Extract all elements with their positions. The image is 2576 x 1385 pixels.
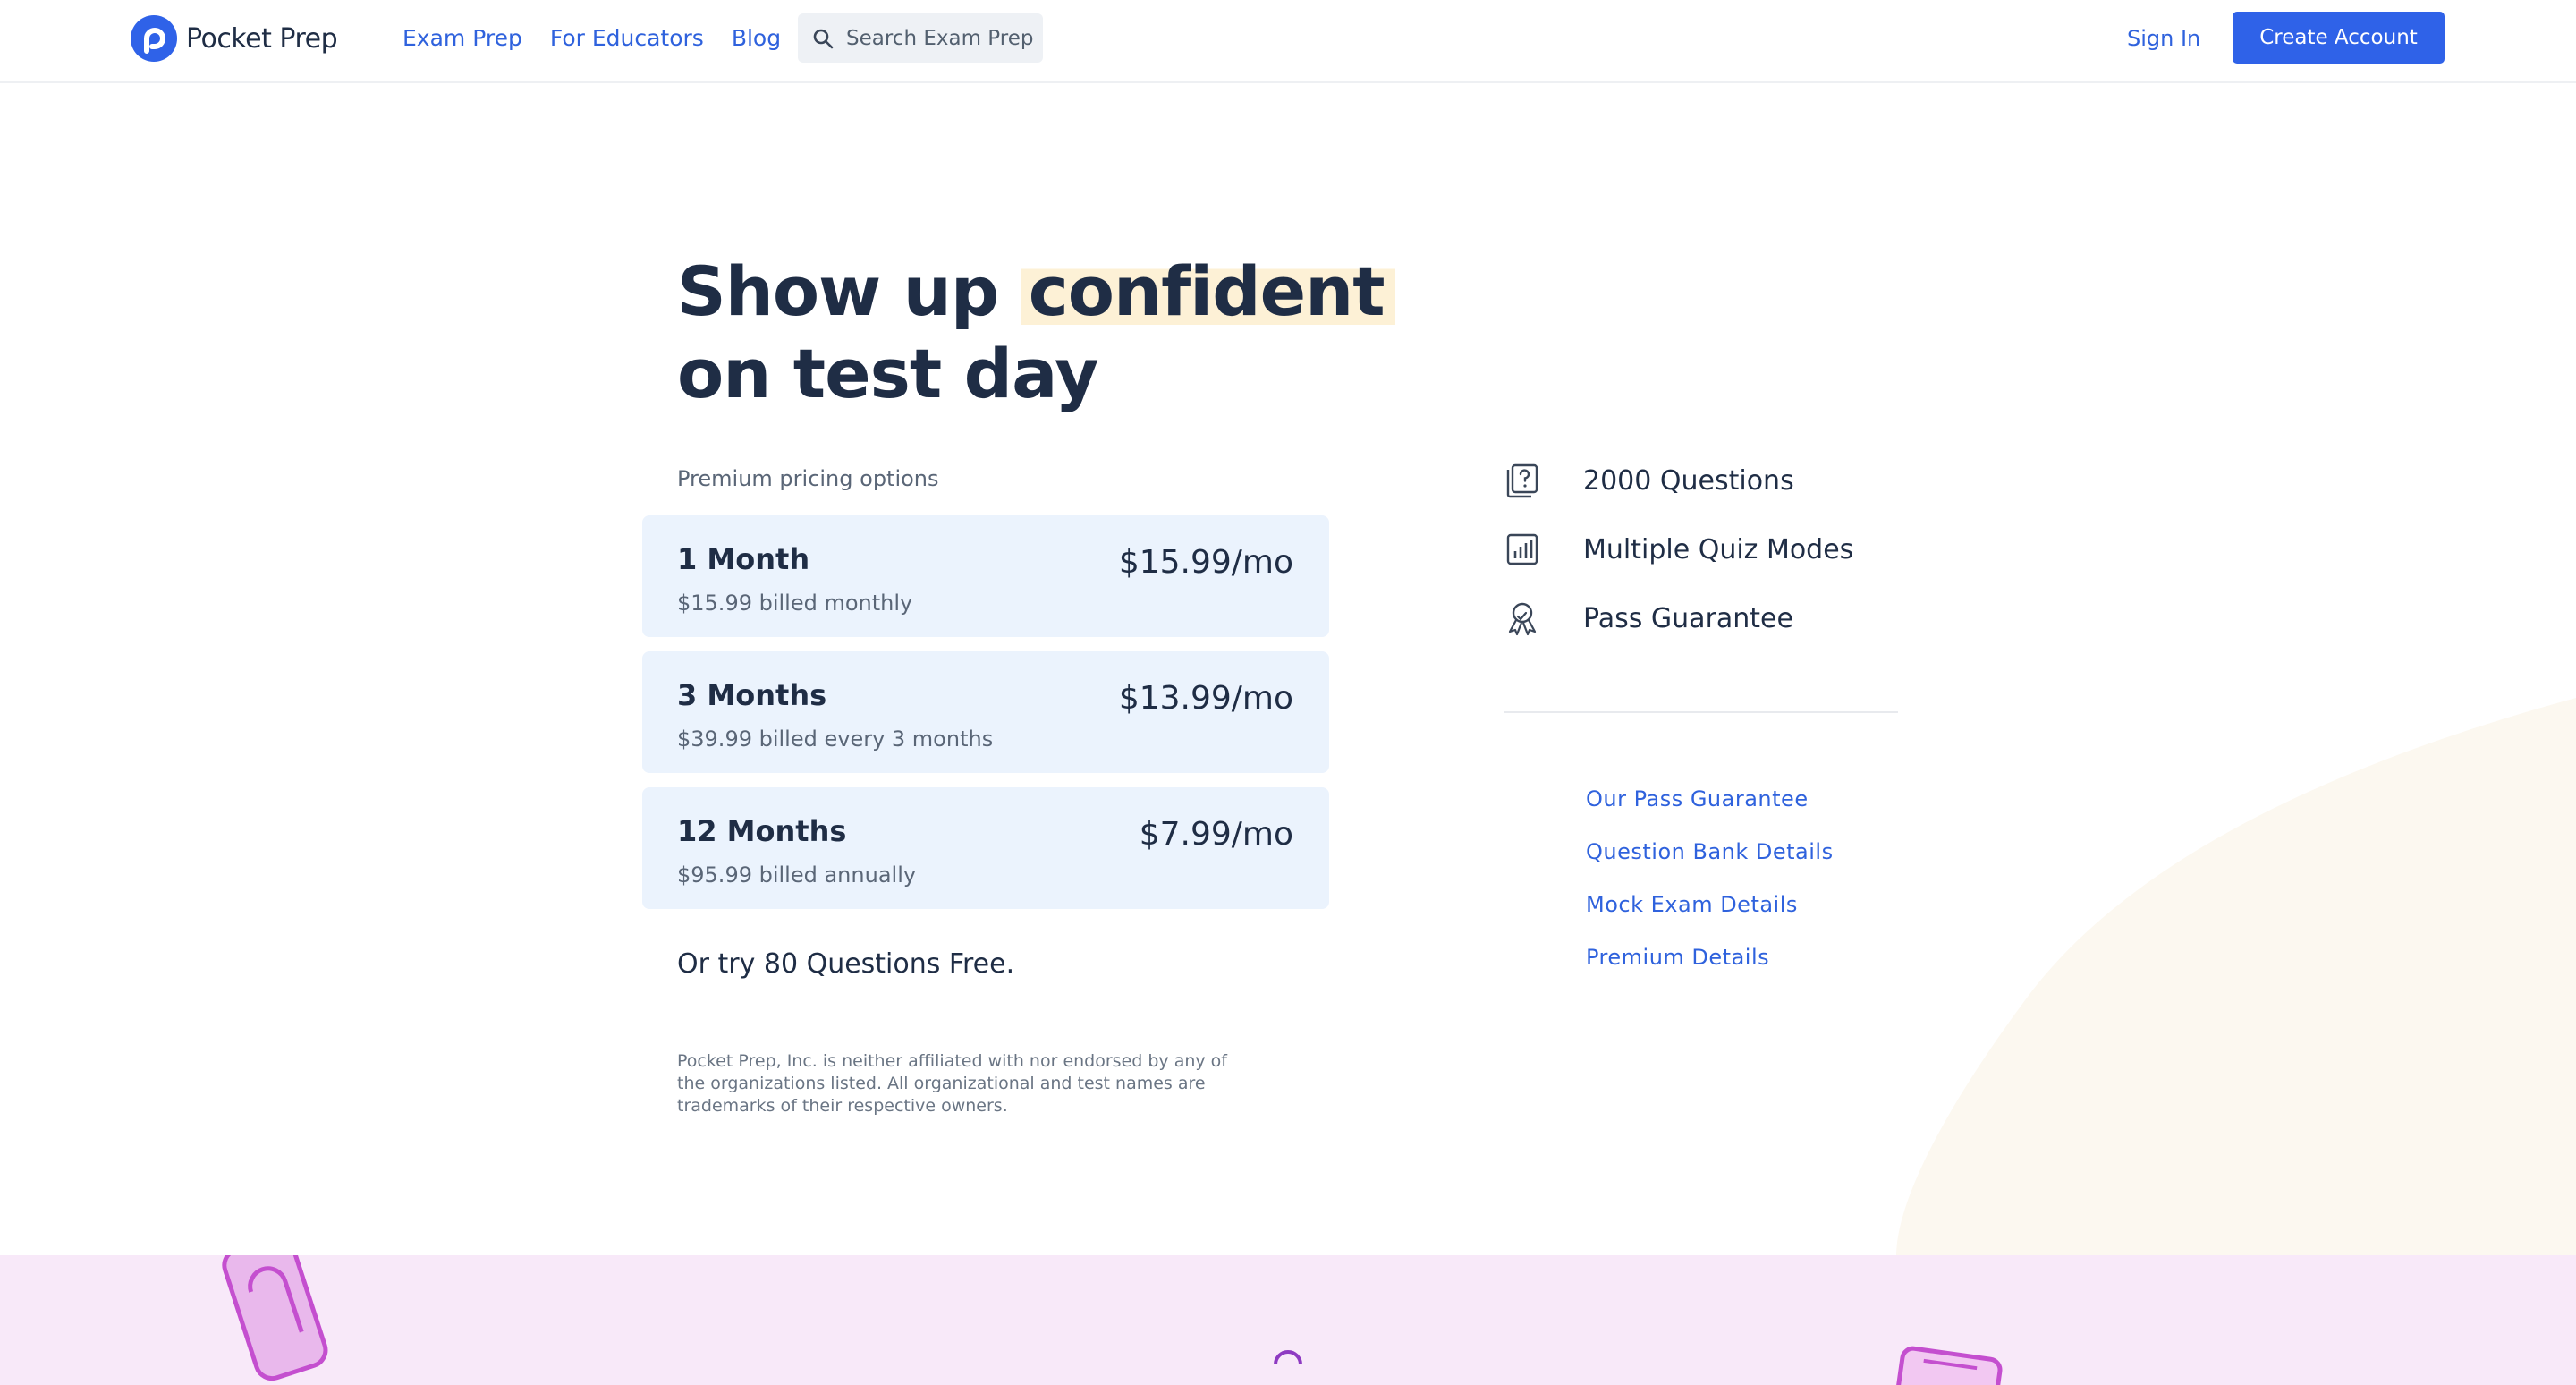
plan-12-months[interactable]: 12 Months $95.99 billed annually $7.99/m… [642,787,1329,909]
bar-chart-icon [1506,533,1538,565]
brand-name: Pocket Prep [186,22,338,55]
search-input[interactable] [846,26,1034,50]
feature-label: 2000 Questions [1583,464,1794,497]
search-icon [813,29,834,48]
link-pass-guarantee[interactable]: Our Pass Guarantee [1586,786,1809,811]
search-box[interactable] [798,13,1043,63]
feature-questions: 2000 Questions [1504,463,1794,498]
ticket-illustration-icon [1895,1346,2003,1385]
nav-exam-prep[interactable]: Exam Prep [402,25,522,51]
decorative-background-shape [1896,698,2576,1256]
nav-blog[interactable]: Blog [732,25,781,51]
decorative-bottom-band [0,1255,2576,1385]
create-account-button[interactable]: Create Account [2233,12,2445,64]
hero-title-end: on test day [677,334,1099,413]
free-trial-link[interactable]: Or try 80 Questions Free. [677,948,1014,980]
sign-in-link[interactable]: Sign In [2127,26,2200,51]
question-cards-icon [1506,463,1538,498]
award-ribbon-icon [1508,602,1537,636]
hero-title: Show up confident on test day [677,251,1395,415]
link-question-bank-details[interactable]: Question Bank Details [1586,839,1834,864]
plan-3-months[interactable]: 3 Months $39.99 billed every 3 months $1… [642,651,1329,773]
feature-label: Pass Guarantee [1583,602,1793,634]
plan-price: $13.99/mo [1118,680,1293,717]
plan-price: $7.99/mo [1139,816,1293,853]
hero-title-highlight: confident [1021,251,1395,331]
plan-billing: $95.99 billed annually [677,862,917,888]
feature-pass-guarantee: Pass Guarantee [1504,600,1793,636]
feature-quiz-modes: Multiple Quiz Modes [1504,531,1853,567]
arc-illustration-icon [1274,1350,1302,1365]
plan-name: 12 Months [677,814,847,848]
main-nav: Exam Prep For Educators Blog [402,25,809,51]
disclaimer-text: Pocket Prep, Inc. is neither affiliated … [677,1051,1227,1116]
plan-name: 1 Month [677,542,810,576]
plan-name: 3 Months [677,678,827,712]
plan-billing: $39.99 billed every 3 months [677,726,994,752]
link-premium-details[interactable]: Premium Details [1586,945,1769,970]
feature-divider [1504,711,1898,713]
site-header: Pocket Prep Exam Prep For Educators Blog… [0,0,2576,83]
link-mock-exam-details[interactable]: Mock Exam Details [1586,892,1798,917]
pricing-label: Premium pricing options [677,466,939,491]
plan-price: $15.99/mo [1118,544,1293,581]
hero-title-start: Show up [677,251,999,331]
brand-logo[interactable]: Pocket Prep [131,15,338,62]
plan-billing: $15.99 billed monthly [677,591,913,616]
nav-for-educators[interactable]: For Educators [550,25,704,51]
feature-label: Multiple Quiz Modes [1583,533,1854,565]
phone-illustration-icon [222,1255,328,1381]
plan-1-month[interactable]: 1 Month $15.99 billed monthly $15.99/mo [642,515,1329,637]
pocket-prep-logo-icon [131,15,177,62]
